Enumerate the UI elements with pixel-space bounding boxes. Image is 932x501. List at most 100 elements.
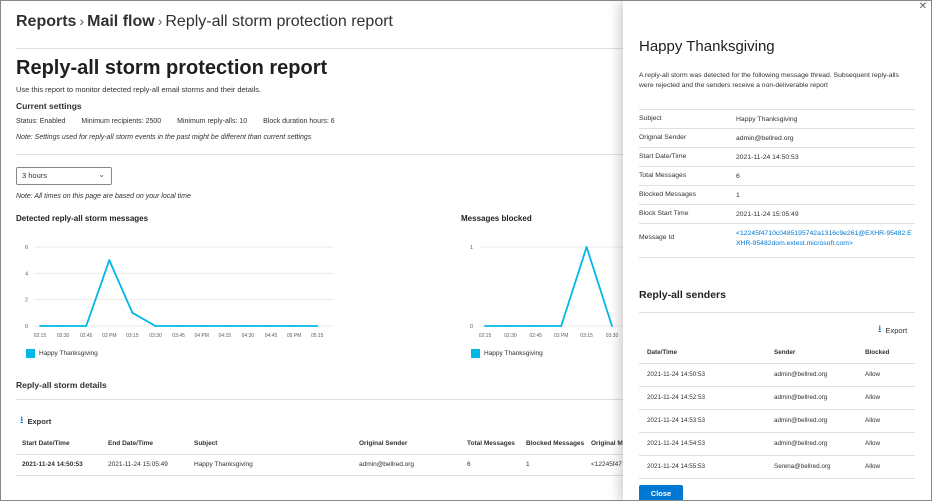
details-title: Reply-all storm details (16, 380, 107, 390)
divider (16, 399, 623, 400)
property-label: Start Date/Time (639, 153, 687, 160)
x-tick-label: 03:45 (172, 333, 185, 339)
settings-min-recipients: Minimum recipients: 2500 (81, 118, 162, 125)
chevron-down-icon: ⌄ (98, 170, 105, 179)
download-icon: ⭳ (878, 324, 882, 335)
y-tick-label: 0 (25, 324, 28, 330)
breadcrumb-reports[interactable]: Reports (16, 13, 76, 30)
property-row: Message Id <12245f4710c0485195742a1316c9… (639, 223, 915, 257)
table-row[interactable]: 2021-11-24 14:55:53 Serena@bellred.org A… (639, 456, 915, 479)
data-point (316, 325, 319, 327)
y-tick-label: 6 (25, 245, 28, 251)
data-point (62, 325, 64, 327)
x-tick-label: 04:15 (219, 333, 232, 339)
settings-heading: Current settings (16, 101, 82, 111)
table-row[interactable]: 2021-11-24 14:54:53 admin@bellred.org Al… (639, 433, 915, 456)
settings-note: Note: Settings used for reply-all storm … (16, 134, 312, 141)
cell-datetime: 2021-11-24 14:53:53 (647, 417, 706, 424)
data-point (131, 311, 134, 314)
report-main: Reports › Mail flow › Reply-all storm protec… (1, 1, 623, 500)
property-label: Original Sender (639, 134, 687, 141)
close-icon[interactable]: ✕ (919, 1, 927, 12)
column-header[interactable]: Sender (774, 349, 795, 356)
details-flyout-panel: ✕ Happy Thanksgiving A reply-all storm w… (623, 1, 931, 500)
settings-status: Status: Enabled (16, 118, 66, 125)
table-row[interactable]: 2021-11-24 14:52:53 admin@bellred.org Al… (639, 387, 915, 410)
series-line (485, 246, 613, 327)
x-tick-label: 02:45 (80, 333, 93, 339)
breadcrumb-current: Reply-all storm protection report (165, 13, 393, 30)
export-button[interactable]: ⭳ Export (20, 413, 51, 430)
cell-sender: Serena@bellred.org (774, 463, 831, 470)
legend-label: Happy Thanksgiving (484, 350, 543, 357)
cell-start: 2021-11-24 14:50:53 (22, 461, 83, 468)
x-tick-label: 03:30 (149, 333, 162, 339)
cell-blocked: Allow (865, 463, 881, 470)
table-header: Date/Time Sender Blocked (639, 342, 915, 364)
breadcrumb-mail-flow[interactable]: Mail flow (87, 13, 155, 30)
x-tick-label: 03:15 (580, 333, 593, 339)
time-range-value: 3 hours (22, 171, 48, 180)
senders-table: Date/Time Sender Blocked 2021-11-24 14:5… (639, 342, 915, 479)
detected-messages-chart: 0 2 4 6 02:15 02:30 02:45 03 PM 03:15 03:30 03:45 0… (25, 245, 334, 339)
column-header[interactable]: Original Sender (359, 440, 407, 447)
breadcrumb-separator-icon: › (79, 13, 85, 29)
legend-detected: Happy Thanksgiving (26, 349, 98, 358)
property-row: Subject Happy Thanksgiving (639, 109, 915, 128)
x-tick-label: 03:30 (606, 333, 619, 339)
time-range-dropdown[interactable]: 3 hours ⌄ (16, 167, 112, 185)
x-tick-label: 02:30 (504, 333, 517, 339)
data-point (108, 259, 111, 262)
data-point (534, 325, 537, 327)
x-tick-label: 04:30 (242, 333, 255, 339)
settings-block-duration: Block duration hours: 6 (263, 118, 335, 125)
close-button[interactable]: Close (639, 485, 683, 500)
page-title: Reply-all storm protection report (16, 57, 328, 79)
cell-blocked: 1 (526, 461, 530, 468)
breadcrumb-separator-icon: › (157, 13, 163, 29)
property-row: Start Date/Time 2021-11-24 14:50:53 (639, 147, 915, 166)
divider (639, 312, 915, 313)
table-row[interactable]: 2021-11-24 14:53:53 admin@bellred.org Al… (639, 410, 915, 433)
column-header[interactable]: Subject (194, 440, 217, 447)
page-description: Use this report to monitor detected repl… (16, 85, 262, 94)
y-tick-label: 0 (470, 324, 473, 330)
legend-swatch (471, 349, 480, 358)
settings-min-replyalls: Minimum reply-alls: 10 (177, 118, 248, 125)
column-header[interactable]: Blocked (865, 349, 890, 356)
property-value: admin@bellred.org (736, 135, 794, 142)
cell-blocked: Allow (865, 440, 881, 447)
time-note: Note: All times on this page are based o… (16, 193, 191, 200)
data-point (270, 325, 272, 327)
x-tick-label: 05:15 (311, 333, 324, 339)
cell-sender: admin@bellred.org (774, 371, 828, 378)
column-header[interactable]: Start Date/Time (22, 440, 70, 447)
cell-sender: admin@bellred.org (774, 440, 828, 447)
senders-export-button[interactable]: ⭳ Export (878, 322, 907, 339)
cell-datetime: 2021-11-24 14:55:53 (647, 463, 706, 470)
cell-subject: Happy Thanksgiving (194, 461, 253, 468)
property-value: Happy Thanksgiving (736, 116, 798, 123)
table-row[interactable]: 2021-11-24 14:50:53 admin@bellred.org Al… (639, 364, 915, 387)
message-id-link[interactable]: <12245f4710c0485195742a1316c9e261@EXHR-9… (736, 229, 916, 249)
property-value: 6 (736, 173, 740, 180)
x-tick-label: 02:45 (530, 333, 543, 339)
column-header[interactable]: Date/Time (647, 349, 677, 356)
column-header[interactable]: End Date/Time (108, 440, 153, 447)
column-header[interactable]: Total Messages (467, 440, 515, 447)
column-header[interactable]: Original M (591, 440, 623, 447)
property-row: Blocked Messages 1 (639, 185, 915, 204)
download-icon: ⭳ (20, 415, 24, 426)
x-tick-label: 05 PM (287, 333, 301, 339)
chart-title-blocked: Messages blocked (461, 214, 532, 223)
legend-swatch (26, 349, 35, 358)
table-row[interactable]: 2021-11-24 14:50:53 2021-11-24 15:05:49 … (16, 455, 623, 476)
cell-sender: admin@bellred.org (359, 461, 415, 468)
property-value: 2021-11-24 14:50:53 (736, 154, 799, 161)
x-tick-label: 02:15 (479, 333, 492, 339)
export-label: Export (27, 417, 52, 426)
divider (16, 154, 623, 155)
cell-blocked: Allow (865, 417, 881, 424)
column-header[interactable]: Blocked Messages (526, 440, 584, 447)
cell-blocked: Allow (865, 394, 881, 401)
